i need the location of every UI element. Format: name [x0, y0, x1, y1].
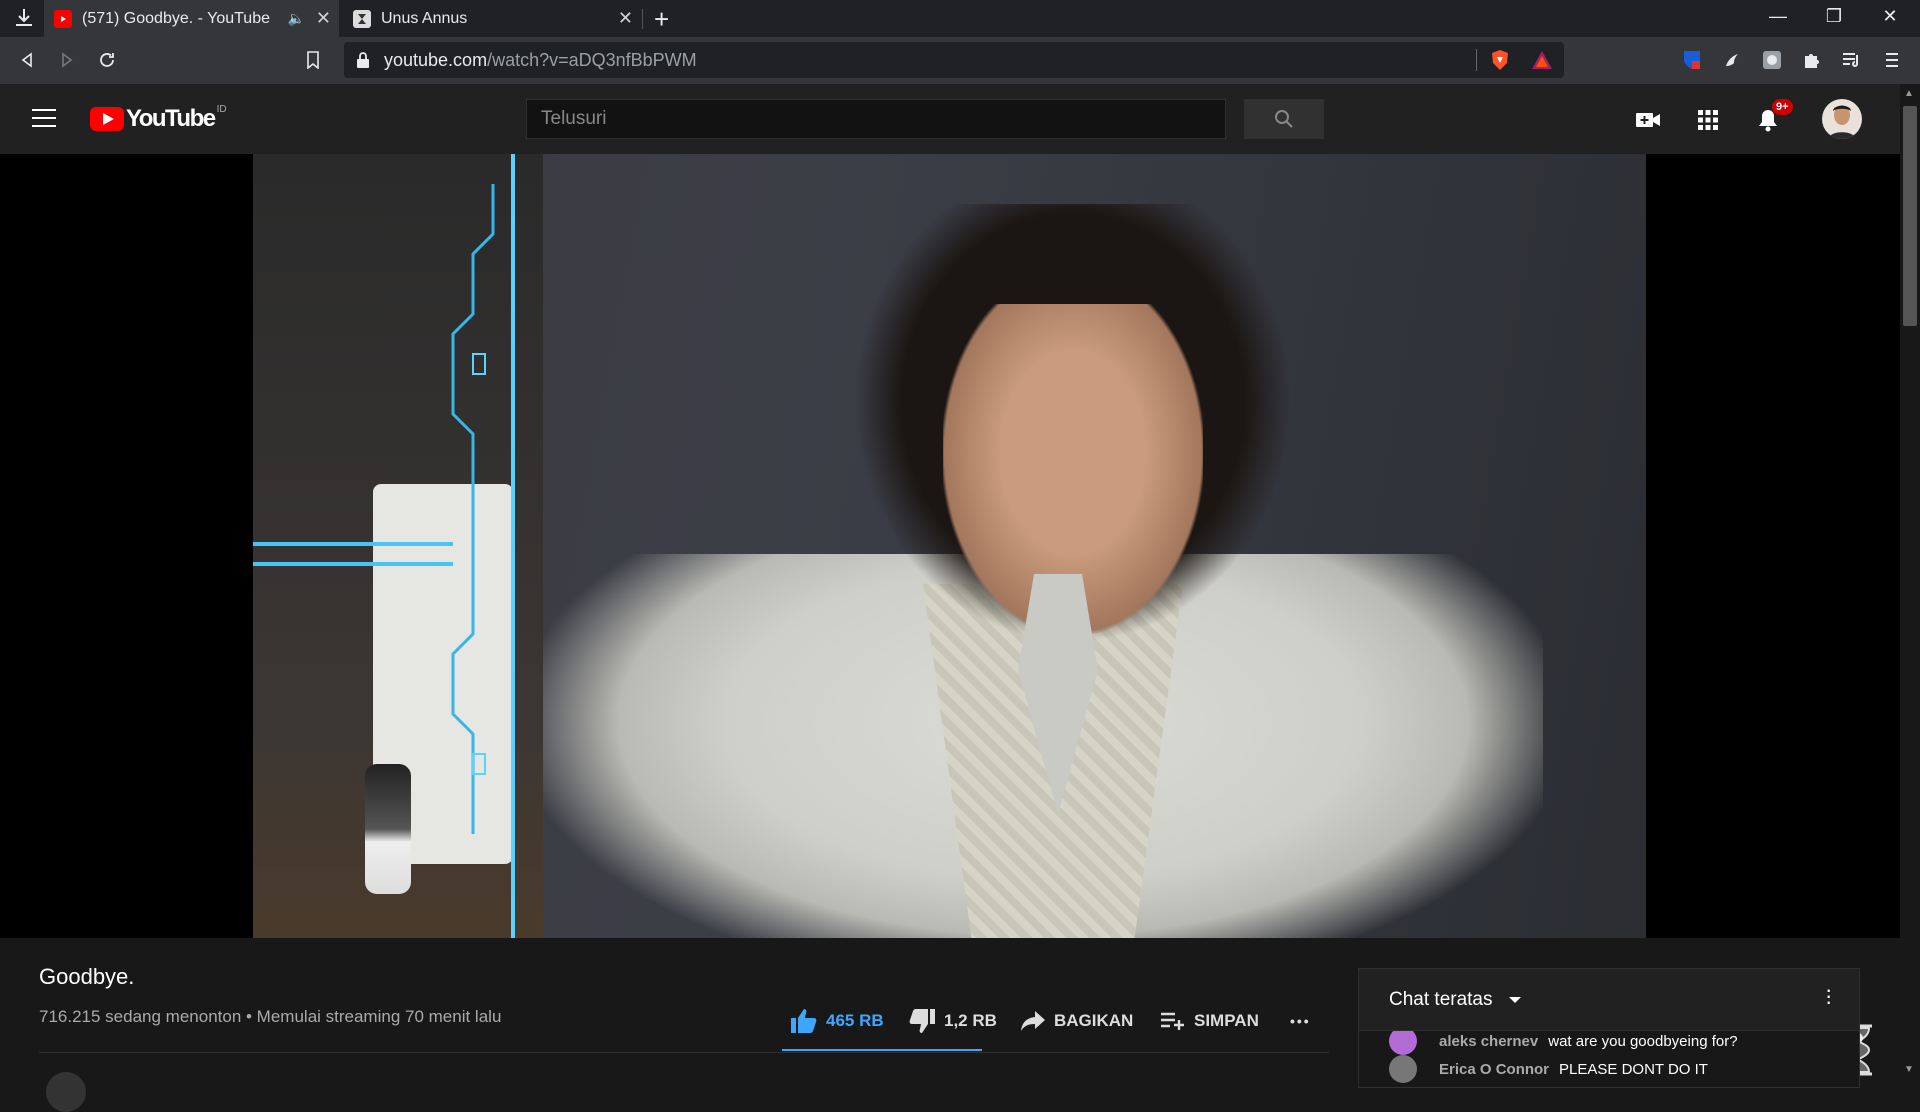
- brave-rewards-icon[interactable]: [1530, 48, 1554, 72]
- close-tab-icon[interactable]: ✕: [316, 8, 331, 29]
- youtube-favicon-icon: [54, 9, 72, 28]
- logo-text: YouTube: [126, 105, 216, 132]
- account-avatar[interactable]: [1822, 99, 1862, 139]
- omnibox-separator: [1476, 49, 1477, 71]
- page-scrollbar[interactable]: ▲ ▼: [1900, 84, 1920, 1080]
- forward-icon[interactable]: [54, 47, 80, 73]
- search-button[interactable]: [1244, 99, 1324, 139]
- like-button[interactable]: 465 RB: [790, 1006, 884, 1036]
- chat-message: Erica O Connor PLEASE DONT DO IT: [1389, 1055, 1708, 1083]
- chat-author[interactable]: Erica O Connor: [1439, 1061, 1549, 1078]
- chat-author-avatar[interactable]: [1389, 1027, 1417, 1055]
- chat-text: PLEASE DONT DO IT: [1559, 1060, 1708, 1078]
- chat-header: Chat teratas · · ·: [1359, 969, 1859, 1031]
- video-frame[interactable]: [253, 154, 1646, 938]
- tab-youtube[interactable]: (571) Goodbye. - YouTube 🔈 ✕: [44, 0, 339, 37]
- url-text: youtube.com/watch?v=aDQ3nfBbPWM: [384, 50, 697, 71]
- brave-shield-icon[interactable]: [1488, 48, 1512, 72]
- url-host: youtube.com: [384, 50, 488, 70]
- chevron-down-icon[interactable]: [1509, 997, 1521, 1003]
- restore-icon[interactable]: ❐: [1814, 6, 1854, 27]
- download-icon[interactable]: [12, 6, 36, 30]
- tab-title: Unus Annus: [381, 9, 468, 27]
- apps-grid-icon[interactable]: [1694, 106, 1722, 134]
- save-button[interactable]: SIMPAN: [1160, 1006, 1259, 1036]
- channel-avatar[interactable]: [46, 1072, 86, 1112]
- youtube-logo[interactable]: YouTube ID: [90, 103, 227, 132]
- video-meta: 716.215 sedang menonton • Memulai stream…: [39, 1007, 502, 1026]
- dislike-count: 1,2 RB: [944, 1011, 997, 1030]
- scroll-down-icon[interactable]: ▼: [1904, 1064, 1914, 1075]
- new-tab-icon[interactable]: +: [654, 4, 669, 35]
- extension-bird-icon[interactable]: [1720, 48, 1744, 72]
- tab-title: (571) Goodbye. - YouTube: [82, 9, 270, 27]
- chat-message: aleks chernev wat are you goodbyeing for…: [1389, 1027, 1738, 1055]
- notification-badge: 9+: [1772, 99, 1793, 115]
- extension-square-icon[interactable]: [1760, 48, 1784, 72]
- browser-menu-icon[interactable]: [1880, 48, 1904, 72]
- lock-icon[interactable]: [356, 51, 370, 69]
- country-code: ID: [216, 103, 227, 115]
- tab-unus-annus[interactable]: Unus Annus ✕: [343, 0, 641, 37]
- video-neon-lines: [253, 542, 453, 566]
- info-divider: [39, 1052, 1329, 1053]
- share-button[interactable]: BAGIKAN: [1020, 1006, 1133, 1036]
- share-label: BAGIKAN: [1054, 1011, 1134, 1030]
- minimize-icon[interactable]: —: [1758, 6, 1798, 27]
- video-bottle: [365, 764, 411, 894]
- save-label: SIMPAN: [1194, 1011, 1259, 1030]
- like-count: 465 RB: [826, 1011, 884, 1030]
- playlist-add-icon: [1161, 1012, 1184, 1030]
- guide-menu-icon[interactable]: [32, 109, 56, 127]
- search-icon: [1275, 110, 1293, 128]
- youtube-play-logo-icon: [90, 107, 124, 131]
- scrollbar-thumb[interactable]: [1903, 106, 1917, 326]
- close-tab-icon[interactable]: ✕: [618, 8, 633, 29]
- like-ratio-bar: [782, 1049, 982, 1051]
- tab-separator: [642, 9, 643, 29]
- close-window-icon[interactable]: ✕: [1870, 6, 1910, 27]
- chat-author[interactable]: aleks chernev: [1439, 1033, 1538, 1050]
- speaker-icon[interactable]: 🔈: [288, 10, 305, 27]
- extensions-puzzle-icon[interactable]: [1800, 48, 1824, 72]
- scroll-up-icon[interactable]: ▲: [1904, 88, 1914, 99]
- bitwarden-icon[interactable]: [1680, 48, 1704, 72]
- video-player[interactable]: [0, 154, 1900, 1076]
- more-actions-button[interactable]: •••: [1290, 1006, 1311, 1036]
- chat-more-options-icon[interactable]: · · ·: [1825, 979, 1832, 1013]
- dislike-button[interactable]: 1,2 RB: [908, 1006, 997, 1036]
- chat-text: wat are you goodbyeing for?: [1548, 1032, 1738, 1050]
- browser-tab-bar: (571) Goodbye. - YouTube 🔈 ✕ Unus Annus …: [0, 0, 1920, 37]
- back-icon[interactable]: [14, 47, 40, 73]
- share-arrow-icon: [1021, 1011, 1045, 1031]
- chat-mode-dropdown[interactable]: Chat teratas: [1389, 989, 1493, 1011]
- youtube-masthead: YouTube ID 9+: [0, 84, 1900, 154]
- video-title: Goodbye.: [39, 964, 135, 989]
- browser-toolbar: youtube.com/watch?v=aDQ3nfBbPWM: [0, 37, 1920, 84]
- address-bar[interactable]: youtube.com/watch?v=aDQ3nfBbPWM: [344, 42, 1564, 78]
- chat-author-avatar[interactable]: [1389, 1055, 1417, 1083]
- bookmark-icon[interactable]: [300, 47, 326, 73]
- unus-annus-favicon-icon: [353, 9, 371, 28]
- reload-icon[interactable]: [94, 47, 120, 73]
- media-playlist-icon[interactable]: [1840, 48, 1864, 72]
- search-box[interactable]: [526, 99, 1226, 139]
- thumbs-up-icon: [791, 1009, 817, 1033]
- thumbs-down-icon: [909, 1009, 935, 1033]
- search-input[interactable]: [527, 100, 1225, 138]
- more-actions-icon: •••: [1290, 1013, 1311, 1029]
- url-path: /watch?v=aDQ3nfBbPWM: [487, 50, 697, 70]
- live-chat-panel: aleks chernev wat are you goodbyeing for…: [1358, 968, 1860, 1088]
- video-neon-frame: [451, 154, 515, 938]
- create-video-icon[interactable]: [1634, 106, 1662, 134]
